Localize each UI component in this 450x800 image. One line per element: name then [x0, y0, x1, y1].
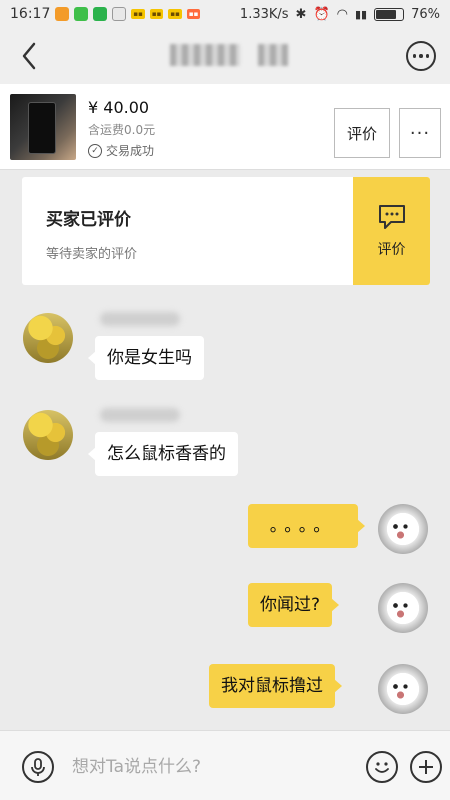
message-bubble[interactable]: 你是女生吗 — [88, 336, 204, 380]
battery-percent: 76% — [411, 6, 440, 22]
voice-input-button[interactable] — [22, 751, 54, 783]
wechat-icon — [93, 7, 108, 21]
review-card-title: 买家已评价 — [46, 210, 131, 230]
app-notification-icon: ▪▪ — [168, 9, 182, 19]
message-bubble[interactable]: 。。。。 — [248, 504, 365, 548]
product-thumbnail[interactable] — [10, 94, 76, 160]
wifi-icon: ◠ — [336, 6, 348, 22]
review-button[interactable]: 评价 — [334, 108, 390, 158]
sender-name-blurred — [100, 408, 180, 422]
battery-icon — [374, 7, 405, 21]
qq-icon — [112, 7, 127, 21]
smiley-icon — [375, 762, 389, 773]
avatar[interactable] — [378, 664, 428, 714]
review-card-action-label: 评价 — [377, 242, 406, 258]
more-options-button[interactable] — [406, 41, 436, 71]
app-notification-icon: ▪▪ — [149, 9, 164, 19]
product-more-button[interactable]: ··· — [399, 108, 441, 158]
chat-title-pixelated — [170, 44, 288, 66]
review-status-card: 买家已评价 等待卖家的评价 评价 — [22, 177, 430, 285]
status-bar: 16:17 ▪▪ ▪▪ ▪▪ ▪▪ 1.33K/s ✱ ⏰ ◠ ▮▮ 76% — [0, 0, 450, 28]
product-bar: ¥ 40.00 含运费0.0元 ✓ 交易成功 评价 ··· — [0, 84, 450, 170]
avatar[interactable] — [378, 583, 428, 633]
emoji-button[interactable] — [366, 751, 398, 783]
chat-bubble-icon — [378, 205, 405, 229]
message-bubble[interactable]: 我对鼠标撸过 — [209, 664, 342, 708]
add-attachment-button[interactable] — [410, 751, 442, 783]
back-button[interactable] — [14, 40, 46, 72]
app-notification-icon — [55, 7, 70, 21]
microphone-icon — [31, 758, 45, 776]
bluetooth-icon: ✱ — [295, 6, 307, 22]
deal-status: ✓ 交易成功 — [88, 142, 154, 159]
avatar[interactable] — [23, 410, 73, 460]
alarm-icon: ⏰ — [313, 6, 330, 22]
review-card-subtitle: 等待卖家的评价 — [46, 247, 138, 262]
product-price: ¥ 40.00 — [88, 98, 150, 117]
plus-icon — [419, 760, 433, 774]
app-notification-icon: ▪▪ — [131, 9, 145, 19]
shipping-fee: 含运费0.0元 — [88, 123, 156, 137]
nav-bar — [0, 28, 450, 84]
chevron-left-icon — [22, 42, 36, 70]
message-input[interactable] — [72, 751, 342, 783]
deal-status-label: 交易成功 — [106, 144, 155, 158]
app-notification-icon — [74, 7, 89, 21]
avatar[interactable] — [378, 504, 428, 554]
sender-name-blurred — [100, 312, 180, 326]
avatar[interactable] — [23, 313, 73, 363]
status-time: 16:17 — [10, 6, 51, 22]
check-icon: ✓ — [88, 143, 102, 158]
network-speed: 1.33K/s — [239, 6, 289, 22]
message-bubble[interactable]: 你闻过? — [248, 583, 340, 627]
review-card-action-button[interactable]: 评价 — [353, 177, 430, 285]
app-notification-icon: ▪▪ — [186, 9, 201, 19]
signal-icon: ▮▮ — [354, 7, 368, 21]
input-bar — [0, 730, 450, 800]
message-bubble[interactable]: 怎么鼠标香香的 — [88, 432, 238, 476]
